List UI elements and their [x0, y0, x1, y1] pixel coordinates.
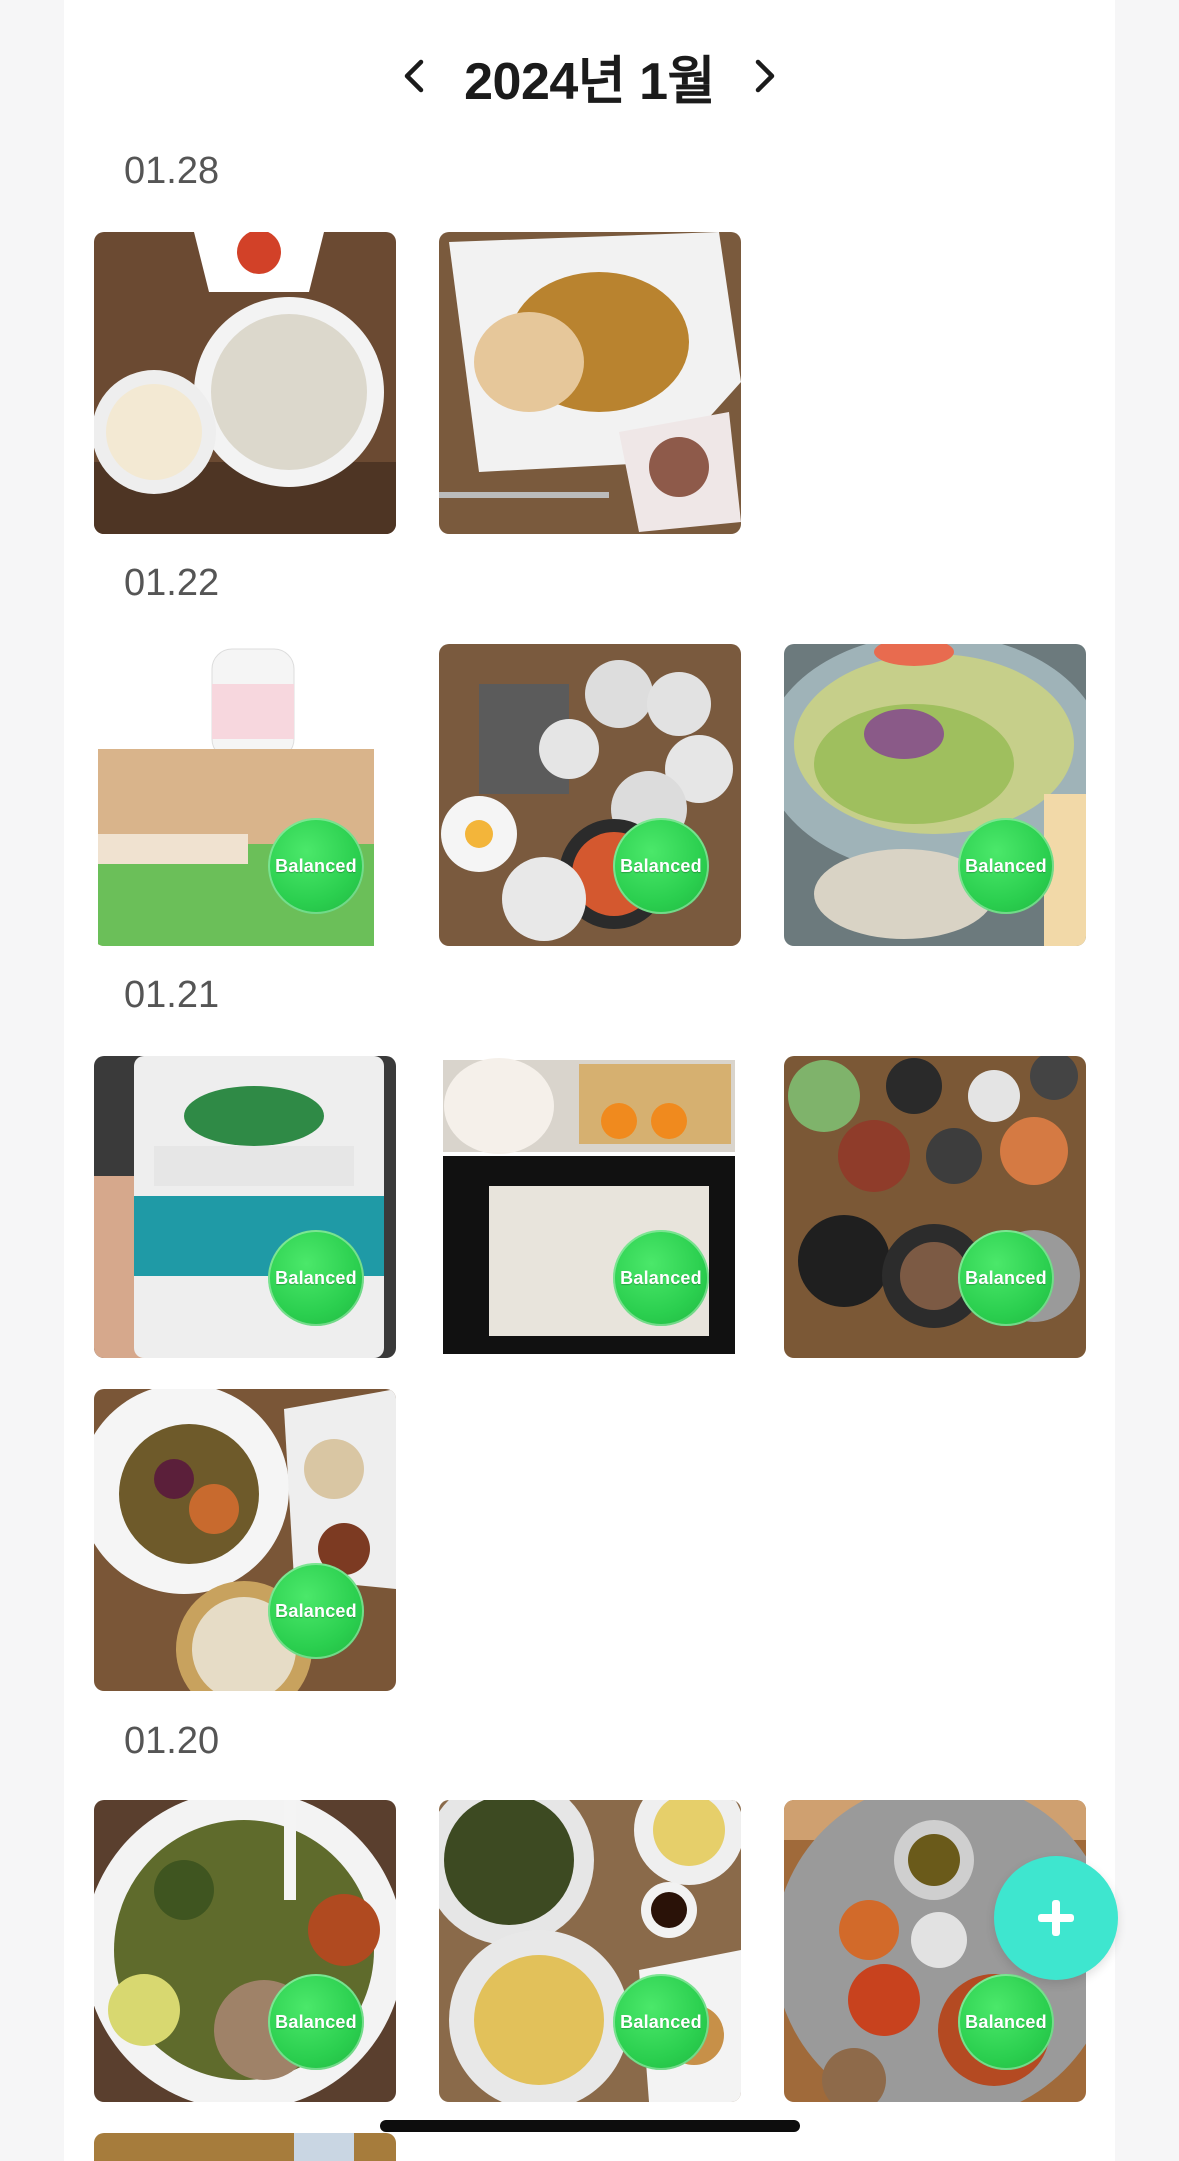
meal-photo[interactable]: Balanced: [439, 644, 741, 946]
meal-photo[interactable]: [439, 232, 741, 534]
balanced-badge: Balanced: [958, 1230, 1054, 1326]
meal-image: [94, 644, 396, 946]
balanced-badge: Balanced: [268, 1230, 364, 1326]
balanced-badge: Balanced: [958, 818, 1054, 914]
meal-photo[interactable]: [94, 232, 396, 534]
date-label: 01.20: [124, 1720, 220, 1762]
meal-image: [784, 1056, 1086, 1358]
balanced-badge: Balanced: [613, 1230, 709, 1326]
meal-photo[interactable]: Balanced: [94, 1056, 396, 1358]
balanced-badge: Balanced: [613, 818, 709, 914]
month-header: 2024년 1월: [64, 28, 1115, 124]
balanced-badge: Balanced: [613, 1974, 709, 2070]
meal-image: [94, 2133, 396, 2161]
meal-photo[interactable]: [94, 2133, 396, 2161]
meal-photo[interactable]: Balanced: [94, 1800, 396, 2102]
meal-photo[interactable]: Balanced: [94, 644, 396, 946]
date-label: 01.22: [124, 562, 220, 604]
plus-icon: [1038, 1900, 1074, 1936]
meal-image: [439, 1056, 741, 1358]
next-month-button[interactable]: [745, 46, 785, 106]
meal-image: [439, 232, 741, 534]
meal-image: [94, 232, 396, 534]
prev-month-button[interactable]: [394, 46, 434, 106]
balanced-badge: Balanced: [958, 1974, 1054, 2070]
meal-image: [784, 644, 1086, 946]
meal-image: [94, 1389, 396, 1691]
meal-photo[interactable]: Balanced: [439, 1800, 741, 2102]
meal-image: [94, 1800, 396, 2102]
meal-image: [94, 1056, 396, 1358]
meal-photo[interactable]: Balanced: [784, 1056, 1086, 1358]
balanced-badge: Balanced: [268, 818, 364, 914]
balanced-badge: Balanced: [268, 1974, 364, 2070]
month-title: 2024년 1월: [464, 52, 715, 111]
meal-image: [439, 1800, 741, 2102]
balanced-badge: Balanced: [268, 1563, 364, 1659]
home-indicator[interactable]: [380, 2120, 800, 2132]
chevron-left-icon: [404, 59, 424, 93]
calendar-panel: 2024년 1월 01.28 01.22 Balanced Balanced B…: [64, 0, 1115, 2161]
meal-photo[interactable]: Balanced: [784, 644, 1086, 946]
date-label: 01.28: [124, 150, 220, 192]
chevron-right-icon: [755, 59, 775, 93]
meal-photo[interactable]: Balanced: [94, 1389, 396, 1691]
meal-photo[interactable]: Balanced: [439, 1056, 741, 1358]
date-label: 01.21: [124, 974, 220, 1016]
meal-image: [439, 644, 741, 946]
add-meal-button[interactable]: [994, 1856, 1118, 1980]
